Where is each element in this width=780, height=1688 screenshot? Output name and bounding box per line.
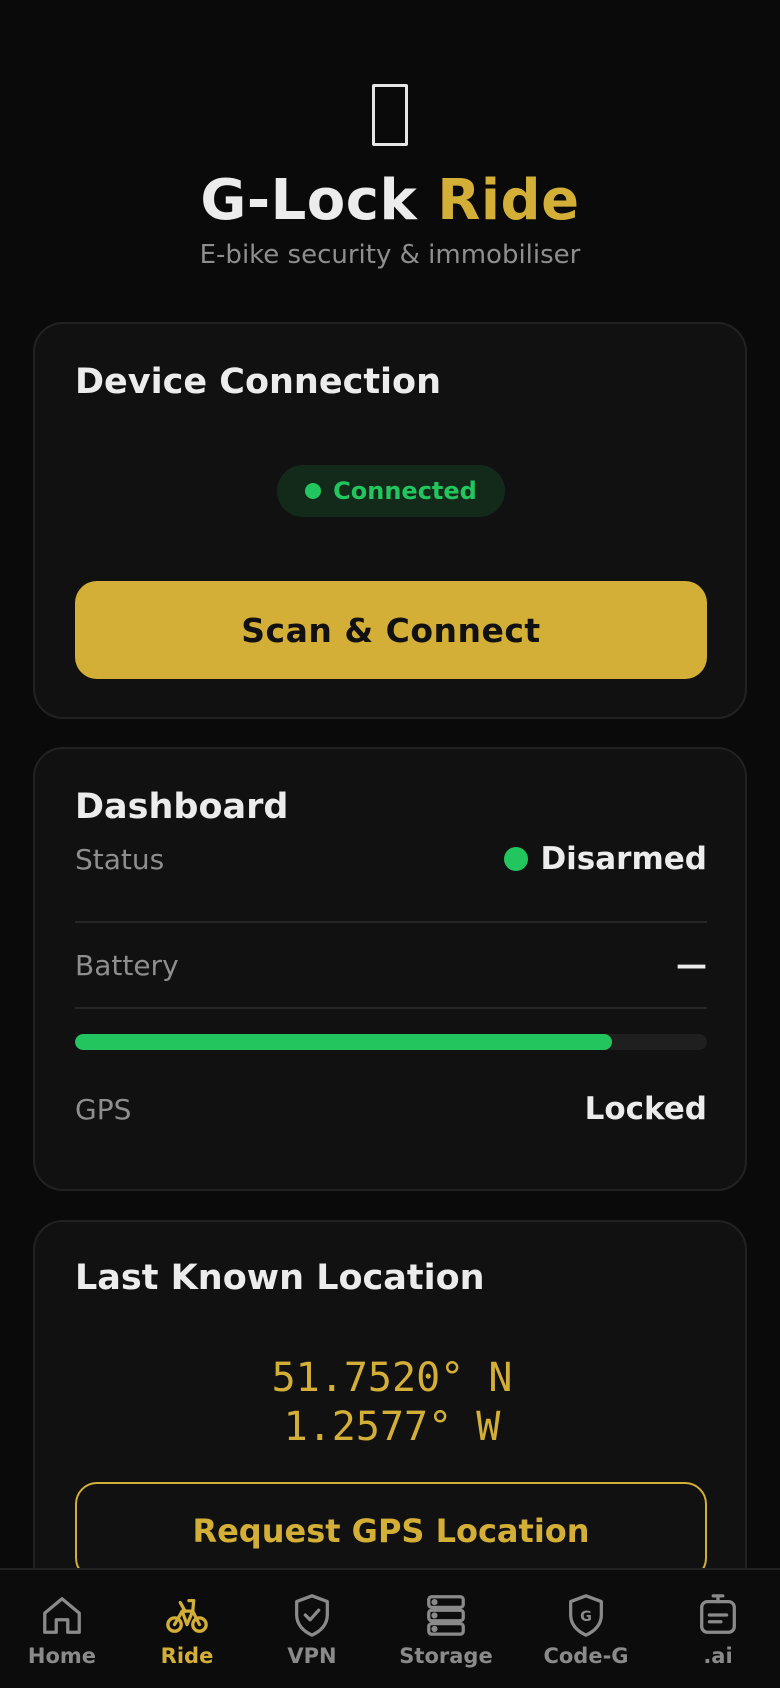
- app-title-accent: Ride: [437, 168, 580, 233]
- status-label: Status: [75, 842, 165, 876]
- scan-connect-button[interactable]: Scan & Connect: [75, 581, 707, 679]
- nav-label: Home: [27, 1644, 97, 1668]
- ai-bot-icon: [700, 1594, 736, 1634]
- gps-value: Locked: [584, 1091, 707, 1127]
- nav-label: Code-G: [543, 1644, 629, 1668]
- location-title: Last Known Location: [75, 1258, 485, 1298]
- battery-bar-fill: [75, 1034, 613, 1050]
- ride-screen: G-Lock Ride E-bike security & immobilise…: [0, 0, 780, 1688]
- shield-check-icon: [295, 1594, 329, 1637]
- device-connection-title: Device Connection: [75, 362, 442, 402]
- nav-item-vpn[interactable]: VPN: [250, 1570, 374, 1688]
- connection-status-badge: Connected: [277, 465, 505, 517]
- nav-item-home[interactable]: Home: [0, 1570, 124, 1688]
- nav-item-ai[interactable]: .ai: [656, 1570, 780, 1688]
- nav-item-code-g[interactable]: G Code-G: [524, 1570, 648, 1688]
- battery-row: Battery —: [75, 925, 707, 1005]
- home-icon: [43, 1597, 81, 1634]
- status-row: Status Disarmed: [75, 819, 707, 899]
- nav-label: Ride: [160, 1644, 214, 1668]
- gps-row: GPS Locked: [75, 1069, 707, 1149]
- battery-bar: [75, 1034, 707, 1050]
- shield-g-icon: G: [569, 1594, 603, 1637]
- storage-icon: [427, 1595, 465, 1636]
- battery-label: Battery: [75, 948, 179, 982]
- battery-value: —: [676, 947, 707, 983]
- connection-status-text: Connected: [333, 477, 477, 505]
- divider: [75, 1007, 707, 1009]
- connection-status-dot: [305, 483, 322, 499]
- svg-text:G: G: [580, 1609, 592, 1625]
- nav-item-ride[interactable]: Ride: [125, 1570, 249, 1688]
- app-title-main: G-Lock: [200, 168, 418, 233]
- gps-label: GPS: [75, 1092, 132, 1126]
- dashboard-card: Dashboard Status Disarmed Battery — GPS …: [33, 747, 747, 1191]
- coordinates-readout: 51.7520° N 1.2577° W: [35, 1354, 749, 1452]
- armed-status-dot: [504, 847, 529, 871]
- nav-label: VPN: [287, 1644, 337, 1668]
- nav-label: Storage: [399, 1644, 493, 1668]
- nav-label: .ai: [703, 1644, 733, 1668]
- divider: [75, 921, 707, 923]
- latitude-value: 51.7520° N: [271, 1355, 513, 1401]
- bottom-nav: Home Ride VPN Storage G Code-G .ai: [0, 1568, 780, 1688]
- request-gps-location-button[interactable]: Request GPS Location: [75, 1482, 707, 1580]
- status-value: Disarmed: [504, 841, 707, 877]
- bike-icon: [166, 1598, 208, 1633]
- status-value-text: Disarmed: [540, 841, 707, 877]
- nav-item-storage[interactable]: Storage: [384, 1570, 508, 1688]
- app-subtitle: E-bike security & immobiliser: [199, 240, 581, 270]
- device-connection-card: Device Connection Connected Scan & Conne…: [33, 322, 747, 719]
- app-title: G-Lock Ride: [0, 166, 780, 236]
- longitude-value: 1.2577° W: [283, 1404, 501, 1450]
- app-logo-icon: [372, 84, 408, 146]
